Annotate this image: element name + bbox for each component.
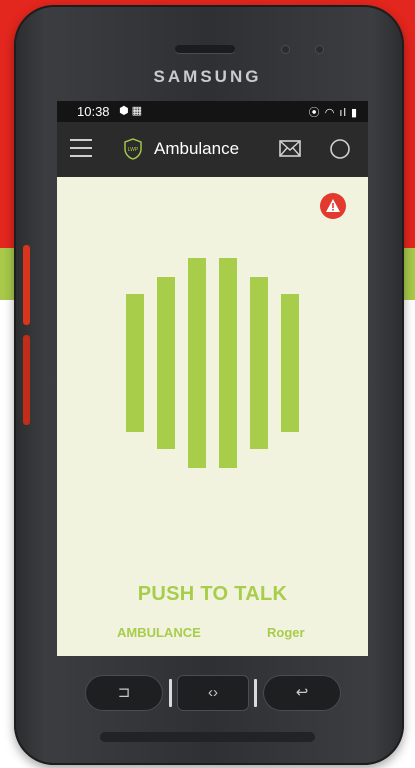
status-right-icons: ⦿ ◠ ıl ▮ (308, 107, 358, 119)
hardware-nav-keys: ⊐ ‹› ↩ (85, 675, 341, 711)
side-button-top[interactable] (23, 245, 30, 325)
side-button-ptt[interactable] (23, 335, 30, 425)
mail-icon[interactable] (279, 140, 301, 157)
audio-bar (219, 258, 237, 468)
sensor-dot (316, 46, 323, 53)
bottom-speaker-grille (100, 732, 315, 742)
home-icon[interactable]: ‹› (177, 675, 249, 711)
warning-icon[interactable] (320, 193, 346, 219)
status-left-icons: ⬢ ▦ (119, 105, 143, 117)
recent-apps-icon[interactable]: ⊐ (85, 675, 163, 711)
status-bar: 10:38 ⬢ ▦ ⦿ ◠ ıl ▮ (57, 101, 368, 122)
push-to-talk-label[interactable]: PUSH TO TALK (57, 583, 368, 606)
screen: 10:38 ⬢ ▦ ⦿ ◠ ıl ▮ LWP Ambulance PUSH TO… (57, 101, 368, 656)
front-camera-dot (282, 46, 289, 53)
audio-bar (188, 258, 206, 468)
status-time: 10:38 (77, 104, 110, 119)
lwp-logo-text: LWP (128, 147, 139, 153)
audio-bar (281, 294, 299, 432)
audio-bar (126, 294, 144, 432)
power-icon[interactable] (329, 138, 351, 160)
app-title: Ambulance (154, 139, 240, 158)
back-icon[interactable]: ↩ (263, 675, 341, 711)
audio-bar (250, 277, 268, 449)
earpiece-speaker (175, 45, 235, 53)
brand-logo: SAMSUNG (153, 67, 262, 86)
key-separator (169, 679, 172, 707)
audio-bars-icon[interactable] (126, 258, 302, 468)
key-separator (254, 679, 257, 707)
channel-label: AMBULANCE (117, 625, 201, 640)
status-label: Roger (267, 625, 305, 640)
lwp-logo-icon: LWP (124, 138, 142, 160)
audio-bar (157, 277, 175, 449)
app-bar: LWP Ambulance (57, 122, 368, 177)
hamburger-icon[interactable] (70, 139, 92, 157)
